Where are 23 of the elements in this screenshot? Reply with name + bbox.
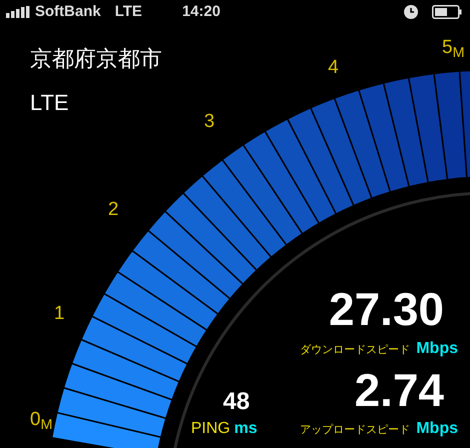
scale-label: 1 [54, 304, 65, 323]
battery-icon [432, 5, 462, 19]
download-label: ダウンロードスピード [300, 343, 410, 358]
scale-label: 4 [328, 58, 339, 77]
connection-type: LTE [30, 89, 69, 117]
carrier-name: SoftBank [35, 2, 101, 22]
clock-icon [404, 5, 418, 19]
upload-speed: 2.74 [354, 367, 444, 413]
network-type: LTE [114, 2, 142, 22]
download-speed: 27.30 [328, 286, 444, 332]
scale-label: 5$_{M}$ [442, 38, 464, 57]
upload-label: アップロードスピード [300, 422, 410, 438]
ping-unit: ms [234, 419, 258, 439]
signal-icon [6, 6, 32, 18]
location-text: 京都府京都市 [30, 45, 162, 73]
ping-label: PING [191, 419, 230, 439]
scale-label: 3 [204, 112, 215, 131]
scale-label: 0$_{M}$ [30, 410, 52, 429]
download-unit: Mbps [416, 339, 458, 359]
scale-label: 2 [108, 200, 119, 219]
status-time: 14:20 [182, 2, 220, 22]
upload-unit: Mbps [416, 419, 458, 439]
ping-value: 48 [223, 390, 250, 414]
